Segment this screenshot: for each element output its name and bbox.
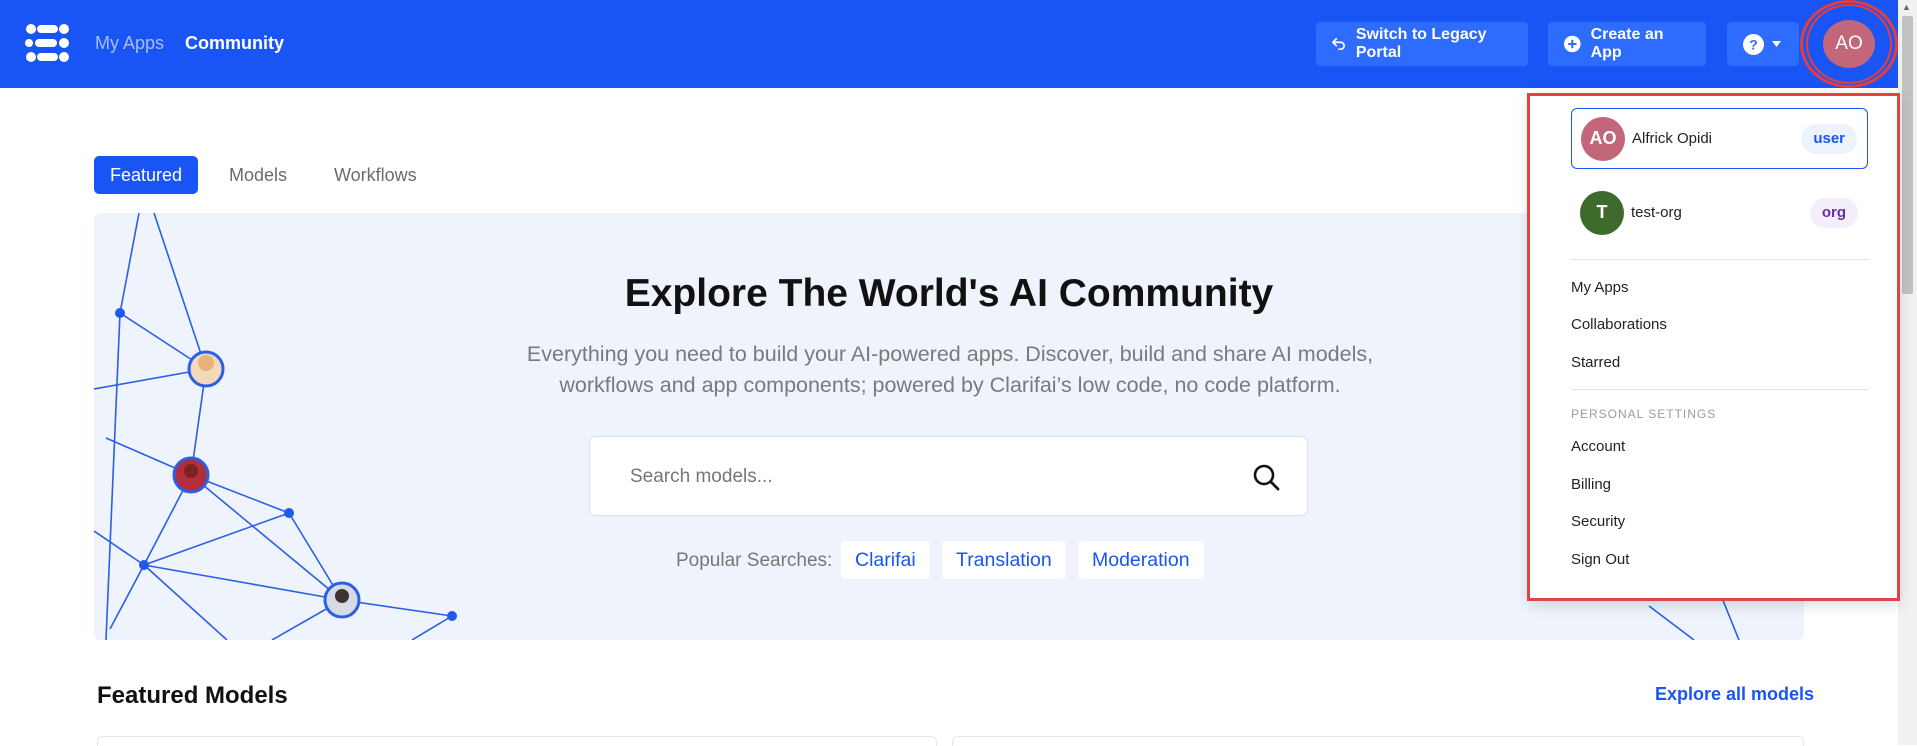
user-avatar-button[interactable]: AO (1823, 20, 1875, 68)
hero-subtitle-line-2: workflows and app components; powered by… (559, 373, 1341, 397)
menu-item-starred[interactable]: Starred (1571, 354, 1620, 371)
menu-item-sign-out[interactable]: Sign Out (1571, 551, 1629, 568)
top-navigation-bar: My Apps Community Switch to Legacy Porta… (0, 0, 1898, 88)
plus-circle-icon (1564, 35, 1581, 53)
create-app-button[interactable]: Create an App (1548, 22, 1706, 66)
account-name: Alfrick Opidi (1632, 130, 1713, 147)
account-avatar: T (1580, 190, 1624, 235)
account-name: test-org (1631, 204, 1682, 221)
popular-search-clarifai[interactable]: Clarifai (841, 541, 930, 579)
undo-arrow-icon (1332, 37, 1345, 51)
menu-item-security[interactable]: Security (1571, 513, 1625, 530)
featured-models-heading: Featured Models (97, 682, 288, 709)
tab-models[interactable]: Models (211, 156, 305, 194)
explore-all-models-link[interactable]: Explore all models (1655, 684, 1814, 705)
menu-divider (1571, 389, 1869, 390)
search-icon[interactable] (1250, 461, 1282, 493)
menu-divider (1571, 259, 1869, 260)
scroll-up-arrow-icon[interactable]: ▲ (1902, 2, 1911, 12)
community-member-avatars (172, 350, 361, 619)
hero-subtitle-line-1: Everything you need to build your AI-pow… (526, 342, 1374, 366)
account-avatar: AO (1581, 116, 1625, 161)
help-menu-button[interactable]: ? (1727, 22, 1799, 66)
scrollbar-thumb[interactable] (1902, 16, 1913, 294)
switch-legacy-portal-button[interactable]: Switch to Legacy Portal (1316, 22, 1528, 66)
menu-item-account[interactable]: Account (1571, 438, 1625, 455)
switch-legacy-portal-label: Switch to Legacy Portal (1355, 26, 1487, 61)
account-type-badge: org (1809, 197, 1858, 228)
menu-item-billing[interactable]: Billing (1571, 476, 1611, 493)
menu-item-my-apps[interactable]: My Apps (1571, 279, 1629, 296)
personal-settings-heading: PERSONAL SETTINGS (1571, 407, 1717, 421)
popular-search-translation[interactable]: Translation (942, 541, 1066, 579)
popular-searches-label: Popular Searches: (676, 550, 833, 571)
account-option-alfrick-opidi[interactable]: AO Alfrick Opidi user (1571, 108, 1868, 169)
tab-workflows[interactable]: Workflows (316, 156, 435, 194)
nav-community[interactable]: Community (185, 33, 284, 54)
nav-my-apps[interactable]: My Apps (95, 33, 164, 54)
search-input[interactable] (630, 463, 1190, 491)
caret-down-icon (1772, 41, 1781, 47)
svg-text:?: ? (1749, 36, 1758, 52)
account-type-badge: user (1801, 123, 1857, 154)
account-option-test-org[interactable]: T test-org org (1571, 182, 1868, 243)
popular-search-moderation[interactable]: Moderation (1078, 541, 1204, 579)
create-app-label: Create an App (1590, 26, 1664, 61)
clarifai-logo-icon[interactable] (24, 22, 70, 64)
tab-featured[interactable]: Featured (94, 156, 198, 194)
hero-subtitle: Everything you need to build your AI-pow… (480, 339, 1420, 401)
search-box (589, 436, 1308, 516)
menu-item-collaborations[interactable]: Collaborations (1571, 316, 1667, 333)
help-icon: ? (1743, 33, 1764, 55)
